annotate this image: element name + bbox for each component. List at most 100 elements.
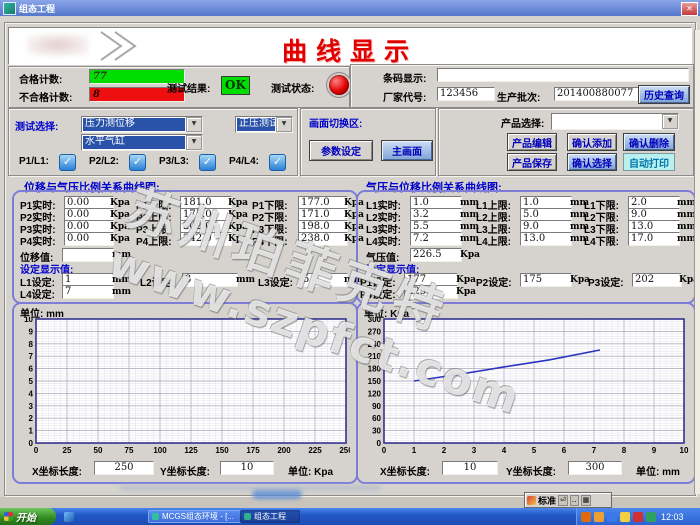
- left-fields-panel: P1实时: 0.00 Kpa P1上限: 181.0 Kpa P1下限: 177…: [12, 190, 358, 304]
- test-type-dropdown[interactable]: 压力测位移 ▼: [81, 116, 203, 133]
- value-field[interactable]: 13.0: [520, 232, 572, 246]
- unit-label: Kpa: [570, 275, 590, 285]
- unit-label: Kpa: [228, 222, 248, 232]
- start-button[interactable]: 开始: [0, 508, 56, 525]
- pressure-mode-dropdown[interactable]: 正压测试 ▼: [235, 116, 293, 133]
- check-icon: ✓: [273, 155, 282, 168]
- main-screen-button[interactable]: 主画面: [381, 140, 433, 161]
- checkbox-p3l3[interactable]: ✓: [199, 154, 216, 171]
- svg-text:150: 150: [368, 377, 382, 386]
- close-button[interactable]: ✕: [681, 2, 698, 16]
- clock[interactable]: 12:03: [661, 512, 684, 522]
- svg-text:100: 100: [153, 446, 167, 455]
- svg-text:2: 2: [29, 414, 34, 423]
- svg-text:6: 6: [562, 446, 567, 455]
- vendor-code-field[interactable]: 123456: [437, 87, 495, 101]
- svg-text:8: 8: [622, 446, 627, 455]
- svg-text:9: 9: [652, 446, 657, 455]
- chevron-down-icon[interactable]: ▼: [276, 117, 292, 132]
- batch-field[interactable]: 201400880077: [554, 87, 640, 101]
- test-type-value: 压力测位移: [83, 118, 185, 131]
- tray-icon-2[interactable]: [594, 512, 604, 522]
- cylinder-dropdown[interactable]: 水平气缸 ▼: [81, 134, 203, 151]
- app-icon: [3, 2, 16, 15]
- svg-text:240: 240: [368, 340, 382, 349]
- quick-launch-icon[interactable]: [64, 512, 74, 522]
- unit-label: Kpa: [456, 287, 476, 297]
- tray-icon-1[interactable]: [581, 512, 591, 522]
- svg-text:300: 300: [368, 317, 382, 324]
- tray-icon-6[interactable]: [646, 512, 656, 522]
- tray-icon-3[interactable]: [607, 512, 617, 522]
- check-label-p2l2: P2/L2:: [89, 156, 119, 167]
- project-icon: [244, 513, 251, 520]
- value-field[interactable]: 242.0: [180, 232, 232, 246]
- set-field[interactable]: 225: [404, 285, 458, 299]
- svg-text:4: 4: [502, 446, 507, 455]
- unit-label: mm: [236, 275, 255, 285]
- field-label: P4实时:: [20, 233, 56, 248]
- ylen-field[interactable]: 300: [568, 461, 622, 475]
- counters-group: 合格计数: 77 不合格计数: 8 测试结果: OK 测试状态:: [8, 66, 350, 108]
- test-select-group: 测试选择: 压力测位移 ▼ 正压测试 ▼ 水平气缸 ▼ P1/L1: ✓ P2/…: [8, 108, 298, 176]
- chevron-down-icon[interactable]: ▼: [186, 117, 202, 132]
- product-group: 产品选择: ▼ 产品编辑 确认添加 确认删除 产品保存 确认选择 自动打印: [438, 108, 694, 176]
- unit-label: Kpa: [228, 234, 248, 244]
- toolbar-button[interactable]: ‥: [570, 495, 579, 506]
- taskbar-task-mcgs[interactable]: MCGS组态环境 - [...: [148, 510, 244, 523]
- check-icon: ✓: [133, 155, 142, 168]
- ylen-field[interactable]: 10: [220, 461, 274, 475]
- svg-text:175: 175: [246, 446, 260, 455]
- screen-switch-group: 画面切换区: 参数设定 主画面: [300, 108, 436, 176]
- checkbox-p4l4[interactable]: ✓: [269, 154, 286, 171]
- set-field[interactable]: 5: [300, 273, 348, 287]
- unit-label: mm: [112, 275, 131, 285]
- value-field[interactable]: 238.0: [298, 232, 348, 246]
- product-dropdown[interactable]: ▼: [551, 113, 679, 130]
- xlen-field[interactable]: 250: [94, 461, 154, 475]
- set-field[interactable]: 202: [632, 273, 682, 287]
- unit-label: Kpa: [110, 198, 130, 208]
- set-field[interactable]: 7: [62, 285, 114, 299]
- task-label: 组态工程: [254, 511, 286, 522]
- toolbar-button[interactable]: ⏎: [558, 495, 568, 506]
- toolbar-icon: [527, 496, 536, 505]
- confirm-select-button[interactable]: 确认选择: [567, 153, 617, 171]
- system-tray: 12:03: [576, 508, 700, 525]
- pressure-value-field[interactable]: 226.5: [410, 248, 462, 262]
- value-field[interactable]: 0.00: [64, 232, 114, 246]
- taskbar-task-project[interactable]: 组态工程: [240, 510, 300, 523]
- chevron-down-icon[interactable]: ▼: [662, 114, 678, 129]
- chevron-down-icon[interactable]: ▼: [186, 135, 202, 150]
- confirm-delete-button[interactable]: 确认删除: [623, 133, 675, 151]
- product-save-button[interactable]: 产品保存: [507, 153, 557, 171]
- auto-print-button[interactable]: 自动打印: [623, 153, 675, 171]
- tray-icon-5[interactable]: [633, 512, 643, 522]
- barcode-field[interactable]: [437, 68, 689, 82]
- svg-text:3: 3: [29, 402, 34, 411]
- windows-flag-icon: [4, 512, 13, 521]
- check-icon: ✓: [203, 155, 212, 168]
- xlen-field[interactable]: 10: [442, 461, 498, 475]
- value-field[interactable]: 17.0: [628, 232, 680, 246]
- vendor-code-label: 厂家代号:: [383, 89, 426, 104]
- svg-text:7: 7: [29, 352, 34, 361]
- displacement-field[interactable]: [62, 248, 114, 262]
- field-label: L4上限:: [476, 233, 511, 248]
- checkbox-p2l2[interactable]: ✓: [129, 154, 146, 171]
- displacement-pressure-chart: 0255075100125150175200225250012345678910: [16, 317, 350, 463]
- set-field[interactable]: 3: [182, 273, 238, 287]
- background-window-edge: [694, 30, 700, 494]
- checkbox-p1l1[interactable]: ✓: [59, 154, 76, 171]
- confirm-add-button[interactable]: 确认添加: [567, 133, 617, 151]
- value-field[interactable]: 7.2: [410, 232, 462, 246]
- history-query-button[interactable]: 历史查询: [638, 85, 690, 104]
- field-label: P4上限:: [136, 233, 172, 248]
- tray-icon-4[interactable]: [620, 512, 630, 522]
- product-edit-button[interactable]: 产品编辑: [507, 133, 557, 151]
- param-setting-button[interactable]: 参数设定: [309, 140, 373, 161]
- field-label: P4下限:: [252, 233, 288, 248]
- toolbar-button[interactable]: ▦: [581, 495, 592, 506]
- batch-label: 生产批次:: [497, 89, 540, 104]
- set-field[interactable]: 175: [520, 273, 572, 287]
